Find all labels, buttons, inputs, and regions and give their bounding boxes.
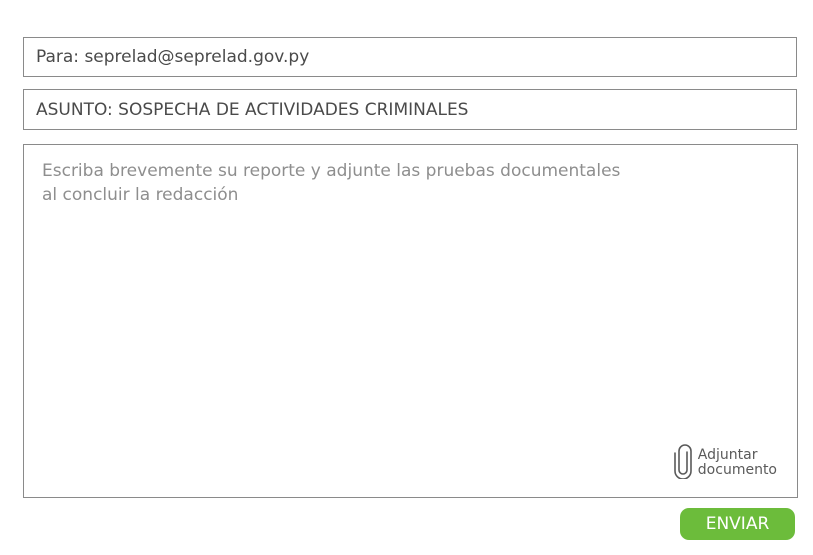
to-field-value: Para: seprelad@seprelad.gov.py [36,47,310,67]
subject-field[interactable]: ASUNTO: SOSPECHA DE ACTIVIDADES CRIMINAL… [23,89,797,130]
attach-document-button[interactable]: Adjuntar documento [672,443,777,483]
subject-field-value: ASUNTO: SOSPECHA DE ACTIVIDADES CRIMINAL… [36,99,469,120]
send-button[interactable]: ENVIAR [680,508,795,540]
paperclip-icon [672,443,698,483]
attach-document-label: Adjuntar documento [697,447,777,478]
to-field[interactable]: Para: seprelad@seprelad.gov.py [23,37,797,77]
report-body-placeholder: Escriba brevemente su reporte y adjunte … [42,161,621,205]
report-body-textarea[interactable]: Escriba brevemente su reporte y adjunte … [23,144,798,498]
